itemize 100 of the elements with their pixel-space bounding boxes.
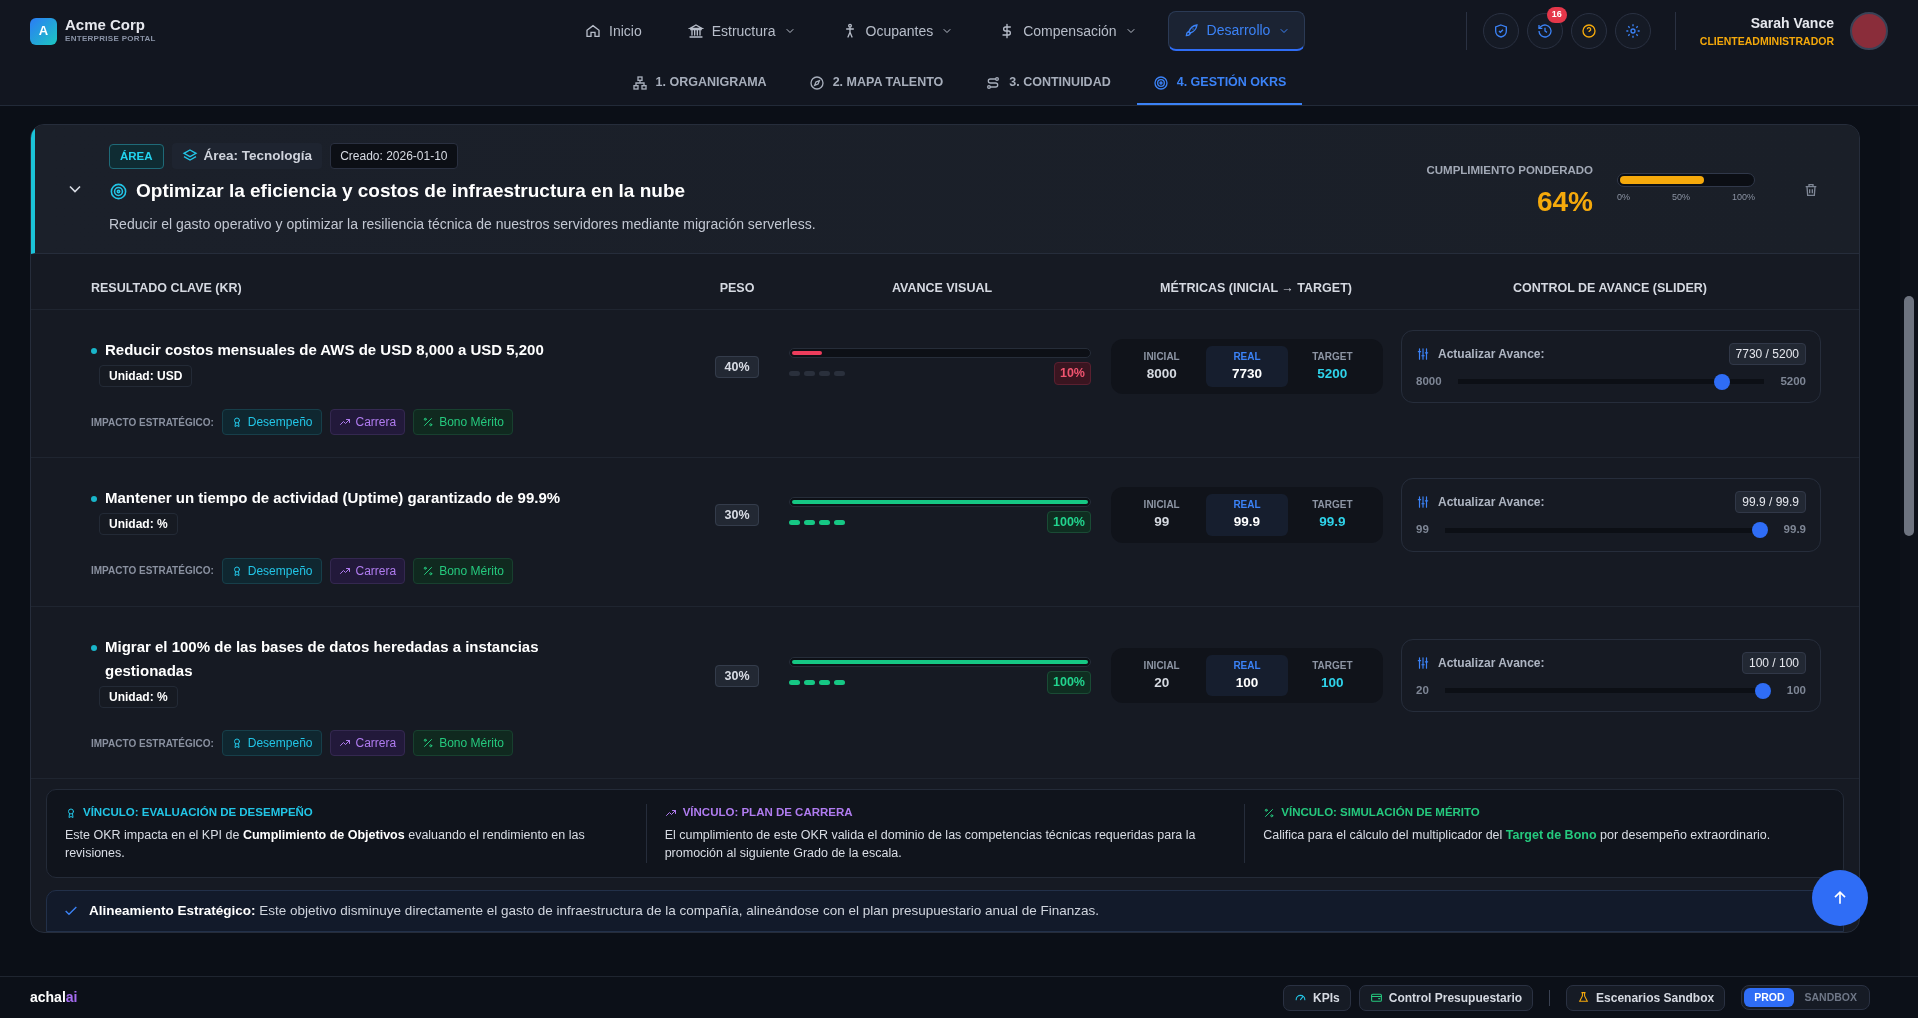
weight-value: 30% — [715, 504, 759, 527]
award-icon — [65, 806, 77, 819]
help-button[interactable] — [1570, 13, 1607, 49]
user-role: CLIENTEADMINISTRADOR — [1699, 33, 1834, 49]
nav-tab[interactable]: Desarrollo — [1167, 11, 1306, 51]
org-chart-icon — [631, 74, 648, 91]
section-tab[interactable]: 1. ORGANIGRAMA — [615, 62, 783, 105]
route-icon — [985, 74, 1002, 91]
history-button[interactable] — [1526, 13, 1563, 49]
link-description: Este OKR impacta en el KPI de Cumplimiento de Objetivos evaluando el rendimiento en las revisiones. — [65, 826, 586, 863]
area-label: Área: Tecnología — [171, 143, 323, 170]
impact-tag: Desempeño — [221, 557, 322, 584]
column-header: CONTROL DE AVANCE (SLIDER) — [1512, 279, 1708, 297]
alignment-text: Alineamiento Estratégico: Este objetivo disminuye directamente el gasto de infraestructura de la compañía, alineándose con el plan presupuestario anual de Finanzas. — [89, 902, 1100, 920]
footer-button[interactable]: Escenarios Sandbox — [1566, 984, 1726, 1011]
section-tab[interactable]: 3. CONTINUIDAD — [969, 62, 1127, 105]
segment-indicator — [789, 519, 845, 525]
metric-label: REAL — [1232, 658, 1262, 673]
impact-tag: Desempeño — [221, 409, 322, 436]
key-result-title: Reducir costos mensuales de AWS de USD 8,000 a USD 5,200 — [105, 339, 544, 360]
impact-tag: Carrera — [329, 730, 406, 757]
environment-toggle[interactable]: PROD — [1744, 987, 1795, 1008]
okr-title: Optimizar la eficiencia y costos de infraestructura en la nube — [136, 179, 686, 204]
percent-icon — [422, 737, 435, 750]
sliders-icon — [1416, 495, 1430, 510]
metric-value: 7730 — [1230, 364, 1263, 383]
segment-indicator — [789, 680, 845, 685]
column-header: RESULTADO CLAVE (KR) — [91, 279, 243, 297]
impact-tag: Carrera — [329, 409, 406, 436]
avatar[interactable] — [1850, 12, 1888, 50]
scrollbar-thumb[interactable] — [1904, 296, 1914, 536]
slider-thumb[interactable] — [1751, 522, 1768, 538]
impact-tag: Bono Mérito — [413, 409, 513, 436]
slider-reading: 100 / 100 — [1741, 651, 1806, 674]
percent-icon — [1263, 806, 1276, 819]
scale-label: 0% — [1617, 191, 1630, 205]
section-tab[interactable]: 2. MAPA TALENTO — [792, 62, 960, 105]
progress-percent: 10% — [1053, 362, 1091, 385]
target-icon — [1152, 74, 1169, 91]
nav-tab[interactable]: Inicio — [570, 11, 657, 51]
link-description: El cumplimiento de este OKR valida el dominio de las competencias técnicas requeridas para la promoción al siguiente Grado de la escala. — [664, 826, 1197, 863]
slider-label: Actualizar Avance: — [1438, 345, 1545, 363]
weight-value: 30% — [715, 664, 759, 687]
sliders-icon — [1416, 655, 1430, 670]
scale-label: 100% — [1731, 191, 1755, 205]
footer-button[interactable]: Control Presupuestario — [1358, 984, 1534, 1011]
footer-button[interactable]: KPIs — [1283, 984, 1351, 1011]
shield-icon-button[interactable] — [1482, 13, 1519, 49]
unit-label: Unidad: USD — [99, 364, 193, 387]
column-header: PESO — [718, 279, 756, 297]
key-result-title: Migrar el 100% de las bases de datos heredadas a instancias gestionadas — [105, 636, 540, 681]
metric-label: TARGET — [1311, 658, 1354, 673]
settings-button[interactable] — [1614, 13, 1651, 49]
notification-badge: 16 — [1546, 7, 1567, 23]
created-date: Creado: 2026-01-10 — [330, 143, 458, 170]
slider-thumb[interactable] — [1713, 373, 1730, 390]
settings-icon — [1624, 23, 1641, 39]
slider-max: 99.9 — [1783, 522, 1806, 538]
nav-tab[interactable]: Compensación — [984, 11, 1152, 51]
scale-label: 50% — [1672, 191, 1690, 205]
unit-label: Unidad: % — [99, 685, 178, 708]
progress-percent: 100% — [1047, 510, 1091, 534]
slider-max: 100 — [1786, 682, 1806, 698]
impact-label: IMPACTO ESTRATÉGICO: — [91, 563, 214, 579]
compliance-value: 64% — [1535, 187, 1593, 216]
key-result-title: Mantener un tiempo de actividad (Uptime) garantizado de 99.9% — [105, 488, 561, 509]
progress-percent: 100% — [1047, 671, 1091, 694]
slider-reading: 99.9 / 99.9 — [1735, 491, 1806, 514]
segment-indicator — [789, 371, 845, 376]
link-title: VÍNCULO: SIMULACIÓN DE MÉRITO — [1263, 804, 1825, 822]
home-icon — [585, 23, 601, 39]
link-description: Califica para el cálculo del multiplicador del Target de Bono por desempeño extraordinario. — [1263, 826, 1772, 844]
metric-value: 100 — [1320, 673, 1345, 692]
shield-icon — [1492, 23, 1509, 39]
slider-max: 5200 — [1780, 373, 1806, 389]
percent-icon — [422, 564, 435, 577]
impact-tag: Bono Mérito — [413, 730, 513, 757]
impact-tag: Bono Mérito — [413, 557, 513, 584]
footer-logo: achalai — [30, 988, 78, 1007]
impact-label: IMPACTO ESTRATÉGICO: — [91, 415, 214, 430]
metric-value: 20 — [1153, 673, 1171, 692]
metric-label: REAL — [1232, 498, 1262, 513]
metric-label: REAL — [1232, 349, 1262, 364]
environment-toggle[interactable]: SANDBOX — [1794, 987, 1867, 1008]
slider-reading: 7730 / 5200 — [1728, 342, 1806, 365]
nav-tab[interactable]: Ocupantes — [826, 11, 969, 51]
brand-name: Acme Corp — [65, 16, 147, 34]
slider-min: 8000 — [1416, 373, 1442, 389]
nav-tab[interactable]: Estructura — [672, 11, 811, 51]
column-header: MÉTRICAS (INICIAL → TARGET) — [1159, 279, 1353, 297]
bank-icon — [687, 23, 704, 39]
okr-description: Reducir el gasto operativo y optimizar la resiliencia técnica de nuestros servidores mediante migración serverless. — [109, 214, 817, 234]
bullet-dot — [91, 347, 97, 354]
link-title: VÍNCULO: PLAN DE CARRERA — [664, 804, 1227, 822]
area-tag: ÁREA — [109, 143, 164, 169]
wallet-icon — [1369, 991, 1383, 1004]
compass-icon — [808, 74, 825, 91]
impact-tag: Desempeño — [221, 730, 322, 757]
slider-label: Actualizar Avance: — [1438, 654, 1545, 672]
slider-thumb[interactable] — [1754, 682, 1771, 699]
